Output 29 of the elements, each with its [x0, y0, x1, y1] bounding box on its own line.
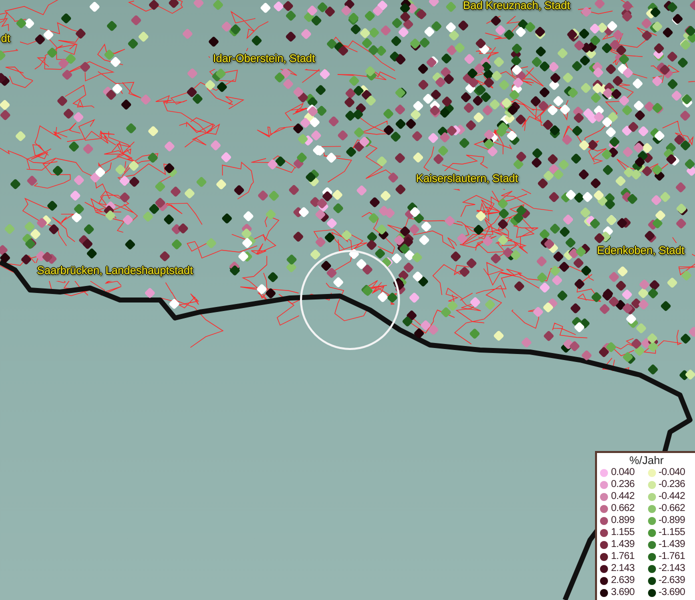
place-label: Saarbrücken, Landeshauptstadt: [37, 265, 193, 278]
legend-label: 0.236: [611, 479, 635, 490]
legend-label: -1.761: [658, 551, 686, 562]
legend-label: -0.442: [658, 491, 686, 502]
legend-label: -1.439: [658, 539, 686, 550]
legend-label: -2.639: [658, 575, 686, 586]
legend-label: -1.155: [658, 527, 686, 538]
legend-label: -3.690: [658, 587, 686, 598]
legend-label: 3.690: [611, 587, 635, 598]
legend-label: 0.662: [611, 503, 635, 514]
legend-label: 0.040: [611, 467, 635, 478]
legend-label: -2.143: [658, 563, 686, 574]
legend-label: 2.639: [611, 575, 635, 586]
legend-label: 0.442: [611, 491, 635, 502]
place-label: Bad Kreuznach, Stadt: [463, 0, 570, 13]
place-label: dt: [1, 33, 10, 46]
legend-label: -0.899: [658, 515, 686, 526]
legend-label: -0.040: [658, 467, 686, 478]
legend-label: -0.236: [658, 479, 686, 490]
legend-label: 1.439: [611, 539, 635, 550]
place-label: Edenkoben, Stadt: [597, 245, 684, 258]
legend-label: 2.143: [611, 563, 635, 574]
place-label: Kaiserslautern, Stadt: [416, 173, 518, 186]
legend-label: -0.662: [658, 503, 686, 514]
place-label: Idar-Oberstein, Stadt: [213, 53, 316, 66]
legend-title: %/Jahr: [629, 455, 664, 467]
legend-label: 0.899: [611, 515, 635, 526]
legend-label: 1.761: [611, 551, 635, 562]
legend-label: 1.155: [611, 527, 635, 538]
